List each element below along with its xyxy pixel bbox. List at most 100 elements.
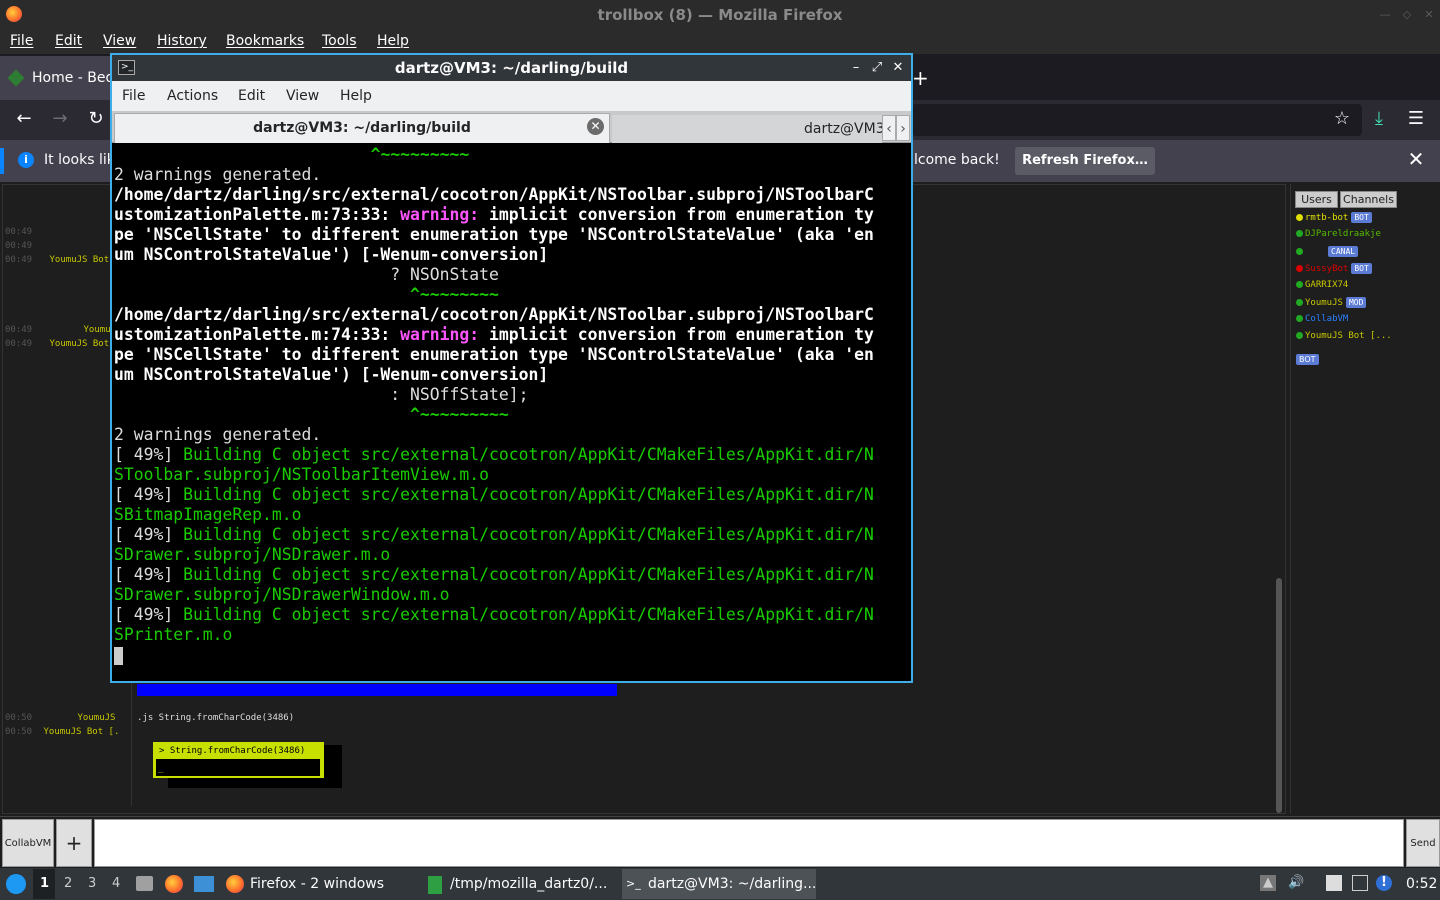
back-arrow-icon[interactable]: ← <box>12 107 36 131</box>
app-launcher-icon[interactable] <box>6 874 26 894</box>
close-notification-icon[interactable]: ✕ <box>1405 148 1427 170</box>
terminal-menu-file[interactable]: File <box>122 88 145 104</box>
terminal-text: ustomizationPalette.m:74:33: <box>114 325 401 344</box>
user-list-item[interactable]: CollabVM <box>1296 314 1348 324</box>
user-list-item[interactable]: SussyBot BOT <box>1296 263 1372 274</box>
user-list-panel <box>1290 184 1440 814</box>
terminal-line: [ 49%] Building C object src/external/co… <box>114 605 909 625</box>
terminal-line: 2 warnings generated. <box>114 425 909 445</box>
minimize-icon[interactable]: – <box>848 59 864 77</box>
tab-scroll-left-icon[interactable]: ‹ <box>882 115 896 141</box>
user-list-item[interactable]: GARRIX74 <box>1296 280 1348 290</box>
user-badge: BOT <box>1296 347 1319 366</box>
maximize-icon[interactable]: ⤢ <box>869 59 885 77</box>
popup-input[interactable]: _ <box>156 759 320 776</box>
status-dot-icon <box>1296 265 1303 272</box>
tray-eject-icon[interactable]: ▲ <box>1260 875 1276 891</box>
send-button[interactable]: Send <box>1406 819 1440 867</box>
user-list-item[interactable]: YoumuJS MOD <box>1296 297 1367 308</box>
site-favicon-icon <box>7 69 25 87</box>
menu-edit[interactable]: Edit <box>55 33 82 49</box>
reload-icon[interactable]: ↻ <box>84 107 108 131</box>
forward-arrow-icon[interactable]: → <box>48 107 72 131</box>
hamburger-menu-icon[interactable]: ☰ <box>1404 107 1428 131</box>
menu-bookmarks[interactable]: Bookmarks <box>226 33 304 49</box>
terminal-menu-help[interactable]: Help <box>340 88 372 104</box>
status-dot-icon <box>1296 332 1303 339</box>
chat-nick[interactable]: YoumuJS Bot [. <box>44 727 120 737</box>
chat-nick[interactable]: YoumuJS Bot <box>50 339 110 349</box>
terminal-menu-view[interactable]: View <box>286 88 319 104</box>
desktop-icon[interactable] <box>194 876 214 892</box>
menu-tools[interactable]: Tools <box>322 33 357 49</box>
terminal-output[interactable]: ^~~~~~~~~~ 2 warnings generated./home/dar… <box>114 145 909 681</box>
workspace-1[interactable]: 1 <box>40 876 49 891</box>
refresh-firefox-button[interactable]: Refresh Firefox… <box>1015 147 1155 175</box>
menu-history[interactable]: History <box>157 33 207 49</box>
notification-accent <box>0 148 4 174</box>
terminal-line: pe 'NSCellState' to different enumeratio… <box>114 225 909 245</box>
task-terminal[interactable]: >_ dartz@VM3: ~/darling... <box>622 869 816 899</box>
url-bar[interactable] <box>912 104 1362 136</box>
terminal-line: SBitmapImageRep.m.o <box>114 505 909 525</box>
user-name: YoumuJS Bot [... <box>1305 331 1392 341</box>
menu-file[interactable]: File <box>10 33 33 49</box>
status-dot-icon <box>1296 281 1303 288</box>
minimize-icon[interactable]: — <box>1378 8 1392 22</box>
chat-time: 00:50 <box>5 713 33 723</box>
chat-nick[interactable]: YoumuJS Bot <box>50 255 110 265</box>
tab-home[interactable]: Home - Bed <box>0 56 112 100</box>
bookmark-star-icon[interactable]: ☆ <box>1330 107 1354 131</box>
close-icon[interactable]: ✕ <box>1422 8 1436 22</box>
tab-channels[interactable]: Channels <box>1340 191 1397 208</box>
maximize-icon[interactable]: ◇ <box>1400 8 1414 22</box>
chat-nick[interactable]: Youmu <box>84 325 111 335</box>
tab-home-label: Home - Bed <box>32 70 112 86</box>
terminal-menu-actions[interactable]: Actions <box>167 88 218 104</box>
new-tab-button[interactable]: + <box>912 66 929 90</box>
file-manager-icon[interactable] <box>136 876 153 891</box>
close-tab-icon[interactable]: ✕ <box>587 118 604 135</box>
close-icon[interactable]: ✕ <box>890 59 906 77</box>
user-name: DJPareldraakje <box>1305 229 1381 239</box>
chat-nick[interactable]: YoumuJS <box>78 713 116 723</box>
bot-badge: BOT <box>1296 354 1319 365</box>
chat-scrollbar[interactable] <box>1276 578 1282 813</box>
user-name: SussyBot <box>1305 264 1349 274</box>
workspace-3[interactable]: 3 <box>88 876 96 891</box>
terminal-titlebar[interactable]: dartz@VM3: ~/darling/build <box>112 55 911 81</box>
network-icon[interactable] <box>1352 875 1368 891</box>
task-tmp-mozilla[interactable]: /tmp/mozilla_dartz0/... <box>424 869 618 899</box>
terminal-text: Building C object src/external/cocotron/… <box>183 525 874 544</box>
clipboard-icon[interactable] <box>1326 875 1342 891</box>
chat-input[interactable] <box>94 819 1404 867</box>
terminal-line: SDrawer.subproj/NSDrawer.m.o <box>114 545 909 565</box>
terminal-tab-active[interactable]: dartz@VM3: ~/darling/build <box>114 113 610 143</box>
menu-help[interactable]: Help <box>377 33 409 49</box>
firefox-launcher-icon[interactable] <box>165 875 183 893</box>
status-dot-icon <box>1296 315 1303 322</box>
volume-icon[interactable]: 🔊 <box>1288 875 1304 891</box>
terminal-text: SToolbar.subproj/NSToolbarItemView.m.o <box>114 465 489 484</box>
user-list-item[interactable]: CANAL <box>1296 246 1359 257</box>
tab-scroll-right-icon[interactable]: › <box>896 115 910 141</box>
terminal-tabbar: dartz@VM3: ~/darling/build ✕ dartz@VM3: … <box>112 111 911 143</box>
user-name: CollabVM <box>1305 314 1349 324</box>
user-list-item[interactable]: rmtb-bot BOT <box>1296 212 1372 223</box>
terminal-menu-edit[interactable]: Edit <box>238 88 265 104</box>
user-list-item[interactable]: YoumuJS Bot [... <box>1296 331 1392 341</box>
workspace-2[interactable]: 2 <box>64 876 72 891</box>
status-dot-icon <box>1296 299 1303 306</box>
workspace-4[interactable]: 4 <box>112 876 120 891</box>
tab-collabvm[interactable]: CollabVM <box>2 819 54 867</box>
user-name: GARRIX74 <box>1305 280 1349 290</box>
task-firefox[interactable]: Firefox - 2 windows <box>224 869 414 899</box>
terminal-tab-2[interactable]: dartz@VM3: <box>612 115 882 143</box>
user-list-item[interactable]: DJPareldraakje <box>1296 229 1381 239</box>
menu-view[interactable]: View <box>103 33 136 49</box>
download-icon[interactable]: ⤓ <box>1367 107 1391 131</box>
add-vm-button[interactable]: + <box>56 819 92 867</box>
notification-icon[interactable]: ! <box>1376 875 1392 891</box>
tab-users[interactable]: Users <box>1295 191 1338 208</box>
task-label: /tmp/mozilla_dartz0/... <box>450 876 608 892</box>
